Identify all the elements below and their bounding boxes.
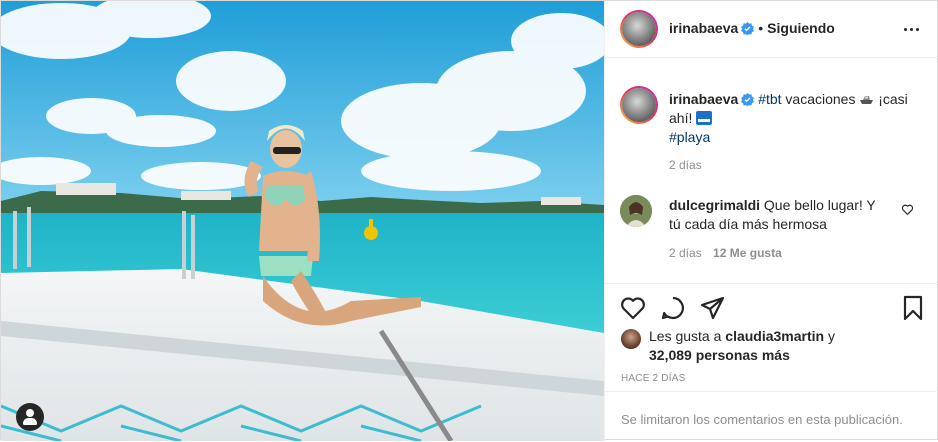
more-options-icon[interactable]	[902, 19, 922, 39]
hashtag-tbt[interactable]: #tbt	[758, 91, 781, 107]
comment: dulcegrimaldi Que bello lugar! Y tú cada…	[669, 196, 891, 234]
post-side-panel: irinabaeva • Siguiendo irinabaeva #tbt vac…	[604, 1, 938, 441]
comment-likes-count[interactable]: 12 Me gusta	[713, 246, 782, 260]
bookmark-icon[interactable]	[899, 294, 927, 322]
speedboat-emoji-icon	[860, 96, 874, 104]
liked-by-middle: y	[828, 328, 835, 344]
post-dialog: irinabaeva • Siguiendo irinabaeva #tbt vac…	[0, 0, 938, 441]
comment-time[interactable]: 2 días	[669, 246, 702, 260]
verified-badge-icon	[741, 93, 755, 106]
post-header: irinabaeva • Siguiendo	[605, 1, 938, 58]
comments-disabled-notice: Se limitaron los comentarios en esta pub…	[621, 412, 903, 427]
following-button[interactable]: Siguiendo	[767, 20, 835, 36]
paper-plane-icon[interactable]	[699, 294, 727, 322]
comments-footer: Se limitaron los comentarios en esta pub…	[605, 391, 938, 442]
beach-boat-image	[1, 1, 604, 441]
post-caption: irinabaeva #tbt vacaciones ¡casi ahí! #p…	[669, 90, 921, 147]
comment-icon[interactable]	[659, 294, 687, 322]
hashtag-playa[interactable]: #playa	[669, 129, 710, 145]
caption-username[interactable]: irinabaeva	[669, 91, 738, 107]
author-line: irinabaeva • Siguiendo	[669, 20, 835, 36]
caption-text-1: vacaciones	[785, 91, 856, 107]
post-time-ago[interactable]: HACE 2 DÍAS	[621, 373, 685, 384]
post-photo[interactable]	[1, 1, 604, 441]
comment-meta: 2 días 12 Me gusta	[669, 246, 782, 260]
caption-author-avatar[interactable]	[620, 86, 658, 124]
heart-icon[interactable]	[619, 294, 647, 322]
liked-by: Les gusta a claudia3martin y 32,089 pers…	[649, 327, 899, 365]
hotel-emoji-icon	[696, 111, 713, 125]
caption-time[interactable]: 2 días	[669, 158, 702, 172]
author-username[interactable]: irinabaeva	[669, 20, 738, 36]
liker-avatar[interactable]	[621, 329, 641, 349]
comment-like-heart-icon[interactable]	[901, 203, 914, 216]
separator-dot: •	[758, 20, 764, 36]
verified-badge-icon	[741, 22, 755, 35]
commenter-username[interactable]: dulcegrimaldi	[669, 197, 760, 213]
liked-by-prefix: Les gusta a	[649, 328, 722, 344]
user-tag-icon[interactable]	[16, 403, 44, 431]
liked-by-count[interactable]: 32,089 personas más	[649, 347, 790, 363]
author-avatar[interactable]	[620, 10, 658, 48]
liked-by-user[interactable]: claudia3martin	[725, 328, 824, 344]
commenter-avatar[interactable]	[620, 195, 652, 227]
